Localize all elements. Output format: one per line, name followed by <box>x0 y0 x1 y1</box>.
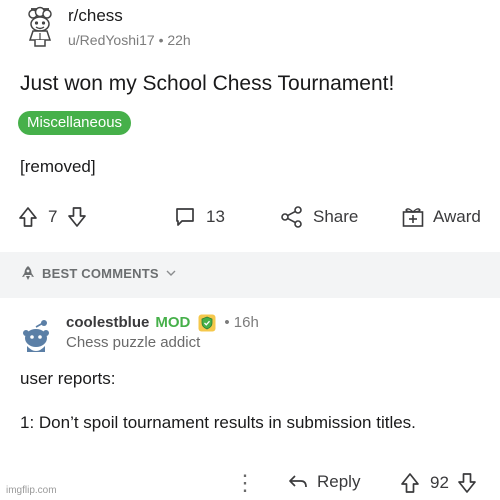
post-flair[interactable]: Miscellaneous <box>18 111 132 135</box>
more-options-icon[interactable]: ⋮ <box>234 470 256 496</box>
award-icon <box>402 208 424 227</box>
comment-body-line-1: user reports: <box>20 369 116 388</box>
comment-time: 16h <box>233 314 259 331</box>
comment-icon <box>176 208 194 226</box>
post-meta: r/chess u/RedYoshi17 • 22h <box>68 6 191 48</box>
comments-button[interactable]: 13 <box>174 206 225 228</box>
commenter-flair: Chess puzzle addict <box>66 334 201 351</box>
reply-icon <box>289 475 307 488</box>
comment-timestamp: • 16h <box>224 314 258 332</box>
post-time: 22h <box>167 32 191 48</box>
share-button[interactable]: Share <box>280 206 358 228</box>
downvote-icon[interactable] <box>67 206 87 228</box>
share-label: Share <box>313 207 359 226</box>
comment-time-separator: • <box>224 314 230 331</box>
comment-header: coolestblue MOD • 16h Chess puzzle addic… <box>14 314 259 358</box>
comment-sort-label: BEST COMMENTS <box>42 265 159 281</box>
post-vote-count: 7 <box>48 207 58 226</box>
post-byline: u/RedYoshi17 • 22h <box>68 32 191 48</box>
subreddit-name[interactable]: r/chess <box>68 6 191 26</box>
comment-author-line: coolestblue MOD • 16h <box>66 314 259 332</box>
comment-vote-group: 92 <box>400 472 477 494</box>
mod-label: MOD <box>155 314 191 331</box>
upvote-icon[interactable] <box>18 206 38 228</box>
byline-separator: • <box>158 32 164 48</box>
mod-shield-icon <box>198 314 216 332</box>
comment-body-line-2: 1: Don’t spoil tournament results in sub… <box>20 413 416 432</box>
comment-upvote-icon[interactable] <box>400 472 420 494</box>
comment-downvote-icon[interactable] <box>457 472 477 494</box>
watermark: imgflip.com <box>6 485 57 496</box>
post-actions: 7 13 Share Award <box>0 200 500 234</box>
comment-sort-dropdown[interactable]: BEST COMMENTS <box>20 265 177 281</box>
rocket-icon <box>22 266 34 280</box>
comment-actions: ⋮ Reply 92 <box>0 470 500 498</box>
post-title[interactable]: Just won my School Chess Tournament! <box>20 70 394 98</box>
reply-label: Reply <box>317 472 361 491</box>
post-author[interactable]: u/RedYoshi17 <box>68 32 155 48</box>
comment-count: 13 <box>206 207 225 226</box>
award-label: Award <box>433 207 481 226</box>
post-header: r/chess u/RedYoshi17 • 22h <box>22 6 191 50</box>
comment-author[interactable]: coolestblue <box>66 314 149 332</box>
share-icon <box>281 206 302 228</box>
reply-button[interactable]: Reply <box>287 472 360 492</box>
comment-meta: coolestblue MOD • 16h Chess puzzle addic… <box>66 314 259 352</box>
comment-vote-count: 92 <box>430 473 449 492</box>
post-body: [removed] <box>20 157 96 176</box>
subreddit-avatar[interactable] <box>22 6 58 50</box>
comment-sort-bar: BEST COMMENTS <box>0 252 500 298</box>
commenter-avatar[interactable] <box>14 314 58 358</box>
award-button[interactable]: Award <box>401 206 481 228</box>
post-vote-group: 7 <box>18 206 87 228</box>
chevron-down-icon <box>166 270 176 276</box>
